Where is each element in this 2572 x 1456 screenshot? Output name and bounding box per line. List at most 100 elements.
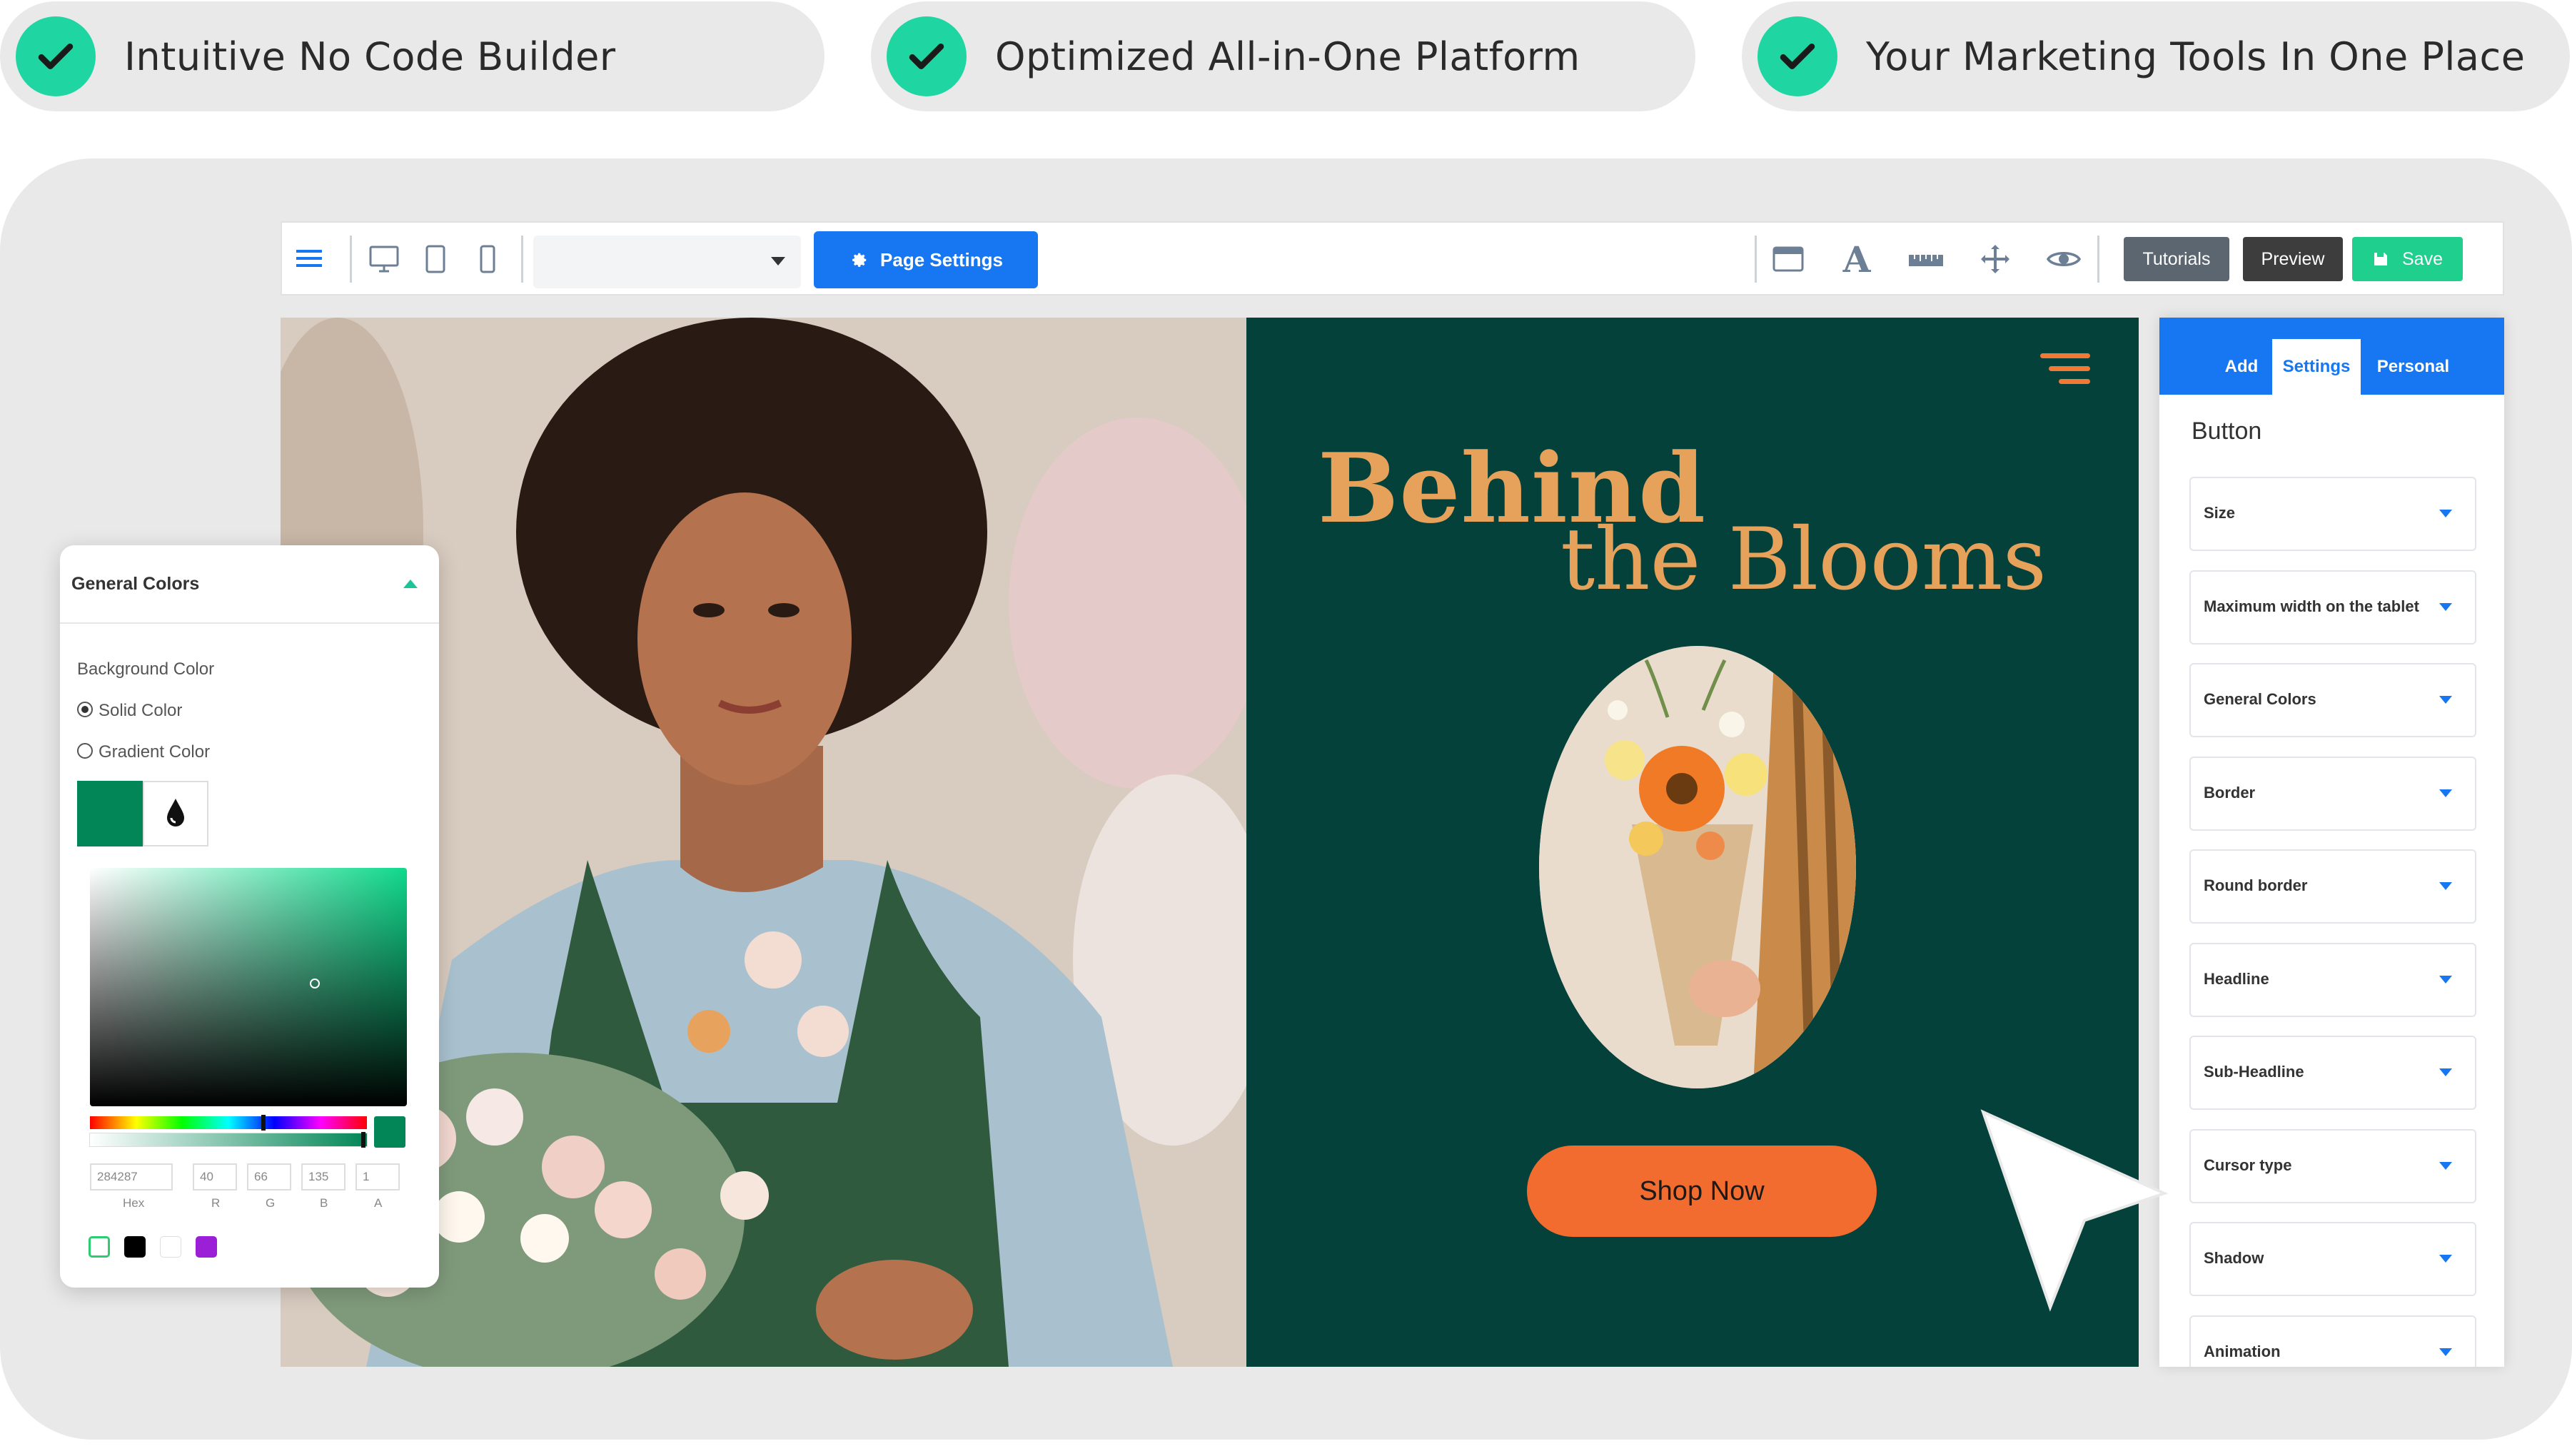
a-input[interactable]: 1 xyxy=(355,1163,400,1190)
check-icon xyxy=(16,16,96,96)
check-icon xyxy=(1757,16,1837,96)
eyedropper-button[interactable] xyxy=(143,781,208,846)
saturation-picker[interactable] xyxy=(90,868,407,1106)
settings-accordion-item[interactable]: Maximum width on the tablet xyxy=(2189,570,2476,644)
chevron-down-icon xyxy=(2439,1348,2452,1356)
chevron-down-icon xyxy=(2439,1161,2452,1170)
settings-accordion-item[interactable]: General Colors xyxy=(2189,663,2476,737)
preset-swatch[interactable] xyxy=(160,1236,181,1258)
divider xyxy=(1755,236,1757,283)
settings-panel: Add Settings Personal Button Size Maximum… xyxy=(2159,318,2504,1367)
mobile-view-icon[interactable] xyxy=(473,243,502,275)
desktop-view-icon[interactable] xyxy=(366,243,402,275)
solid-color-label: Solid Color xyxy=(99,701,183,720)
alpha-handle[interactable] xyxy=(361,1132,365,1148)
color-drop-icon xyxy=(167,799,184,826)
general-colors-popup: General Colors Background Color Solid Co… xyxy=(60,545,439,1288)
hero-title-line2: the Blooms xyxy=(1560,510,2047,610)
chevron-up-icon[interactable] xyxy=(403,580,418,588)
settings-accordion-item[interactable]: Animation xyxy=(2189,1315,2476,1367)
solid-color-radio[interactable] xyxy=(77,702,93,717)
tutorials-button[interactable]: Tutorials xyxy=(2124,237,2229,281)
eye-icon[interactable] xyxy=(2045,244,2082,274)
chevron-down-icon xyxy=(2439,882,2452,890)
background-color-label: Background Color xyxy=(77,659,215,679)
editor-toolbar: Page Settings A Tutorials Preview Save xyxy=(281,221,2504,295)
settings-accordion-item[interactable]: Sub-Headline xyxy=(2189,1036,2476,1110)
accordion-label: Shadow xyxy=(2204,1249,2264,1267)
save-label: Save xyxy=(2402,248,2443,269)
settings-accordion-item[interactable]: Border xyxy=(2189,756,2476,831)
preset-swatch[interactable] xyxy=(196,1236,217,1258)
browser-window-icon[interactable] xyxy=(1770,243,1806,275)
chevron-down-icon xyxy=(2439,789,2452,797)
alpha-slider[interactable] xyxy=(89,1132,368,1148)
preset-swatch[interactable] xyxy=(124,1236,146,1258)
color-swatch[interactable] xyxy=(77,781,143,846)
settings-accordion-item[interactable]: Round border xyxy=(2189,849,2476,924)
feature-pill-3: Your Marketing Tools In One Place xyxy=(1742,1,2570,111)
gradient-color-label: Gradient Color xyxy=(99,742,211,762)
page-settings-label: Page Settings xyxy=(880,248,1003,271)
accordion-label: Size xyxy=(2204,504,2236,522)
ruler-icon[interactable] xyxy=(1906,247,1946,273)
pointer-cursor-icon xyxy=(1977,1106,2170,1317)
tab-personal[interactable]: Personal xyxy=(2365,339,2461,395)
tab-settings[interactable]: Settings xyxy=(2272,339,2361,395)
chevron-down-icon xyxy=(2439,602,2452,611)
feature-pill-1: Intuitive No Code Builder xyxy=(0,1,824,111)
accordion-label: Sub-Headline xyxy=(2204,1063,2304,1081)
divider xyxy=(350,236,352,283)
save-button[interactable]: Save xyxy=(2352,237,2463,281)
accordion-label: Round border xyxy=(2204,876,2308,894)
shop-now-button[interactable]: Shop Now xyxy=(1527,1146,1877,1237)
chevron-down-icon xyxy=(771,257,785,266)
gradient-color-radio[interactable] xyxy=(77,743,93,759)
feature-pill-2: Optimized All-in-One Platform xyxy=(871,1,1695,111)
accordion-label: Maximum width on the tablet xyxy=(2204,597,2419,615)
panel-title: Button xyxy=(2192,418,2262,445)
preview-button[interactable]: Preview xyxy=(2243,237,2343,281)
hex-label: Hex xyxy=(123,1196,145,1210)
settings-accordion-item[interactable]: Shadow xyxy=(2189,1222,2476,1296)
move-icon[interactable] xyxy=(1977,241,2013,277)
hex-input[interactable]: 284287 xyxy=(90,1163,173,1190)
chevron-down-icon xyxy=(2439,696,2452,704)
floppy-disk-icon xyxy=(2374,253,2387,266)
accordion-label: Cursor type xyxy=(2204,1156,2292,1174)
popup-header[interactable]: General Colors xyxy=(60,545,439,624)
picker-handle[interactable] xyxy=(310,979,320,989)
bouquet-image xyxy=(1539,646,1856,1088)
tablet-view-icon[interactable] xyxy=(421,243,450,275)
feature-label: Intuitive No Code Builder xyxy=(124,34,616,79)
b-label: B xyxy=(320,1196,328,1210)
hamburger-menu-icon[interactable] xyxy=(295,244,323,273)
current-color-preview xyxy=(374,1116,405,1148)
g-input[interactable]: 66 xyxy=(247,1163,291,1190)
page-settings-button[interactable]: Page Settings xyxy=(814,231,1038,288)
r-input[interactable]: 40 xyxy=(193,1163,237,1190)
hue-handle[interactable] xyxy=(261,1115,266,1131)
chevron-down-icon xyxy=(2439,510,2452,517)
settings-accordion-item[interactable]: Cursor type xyxy=(2189,1128,2476,1203)
b-input[interactable]: 135 xyxy=(301,1163,346,1190)
page-select-dropdown[interactable] xyxy=(533,236,801,288)
a-label: A xyxy=(374,1196,383,1210)
hue-slider[interactable] xyxy=(90,1115,367,1131)
r-label: R xyxy=(211,1196,221,1210)
settings-accordion-item[interactable]: Size xyxy=(2189,477,2476,551)
panel-tabs: Add Settings Personal xyxy=(2159,318,2504,395)
feature-label: Your Marketing Tools In One Place xyxy=(1866,34,2526,79)
chevron-down-icon xyxy=(2439,975,2452,984)
preset-swatch[interactable] xyxy=(89,1236,110,1258)
accordion-label: Border xyxy=(2204,783,2256,802)
typography-icon[interactable]: A xyxy=(1840,238,1873,280)
check-icon xyxy=(887,16,967,96)
g-label: G xyxy=(266,1196,276,1210)
chevron-down-icon xyxy=(2439,1068,2452,1076)
accordion-label: Animation xyxy=(2204,1342,2281,1360)
settings-accordion-item[interactable]: Headline xyxy=(2189,942,2476,1017)
gear-icon xyxy=(852,253,867,267)
tab-add[interactable]: Add xyxy=(2202,339,2281,395)
accordion-label: General Colors xyxy=(2204,690,2316,708)
